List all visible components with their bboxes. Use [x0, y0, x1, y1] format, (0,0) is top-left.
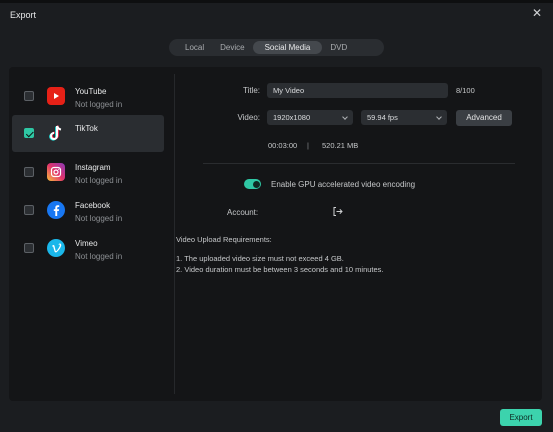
- advanced-button[interactable]: Advanced: [456, 110, 512, 126]
- platform-status: Not logged in: [75, 252, 123, 261]
- chevron-down-icon: [342, 114, 348, 120]
- tiktok-icon: [47, 124, 65, 142]
- export-destination-tabs: Local Device Social Media DVD: [169, 39, 384, 56]
- chevron-down-icon: [436, 114, 442, 120]
- tab-social-media[interactable]: Social Media: [252, 41, 323, 54]
- account-label: Account:: [227, 208, 259, 217]
- tiktok-checkbox[interactable]: [24, 128, 34, 138]
- duration-value: 00:03:00: [268, 141, 298, 150]
- requirement-item: 2. Video duration must be between 3 seco…: [176, 265, 384, 274]
- tab-dvd[interactable]: DVD: [322, 41, 355, 54]
- facebook-checkbox[interactable]: [24, 205, 34, 215]
- platform-name: Instagram: [75, 163, 111, 172]
- title-label: Title:: [242, 86, 260, 95]
- gpu-label: Enable GPU accelerated video encoding: [271, 180, 416, 189]
- platform-item-facebook[interactable]: Facebook Not logged in: [12, 192, 164, 229]
- platform-status: Not logged in: [75, 100, 123, 109]
- sidebar-divider: [174, 74, 175, 394]
- youtube-icon: [47, 87, 65, 105]
- platform-item-tiktok[interactable]: TikTok: [12, 115, 164, 152]
- platform-status: Not logged in: [75, 214, 123, 223]
- login-icon[interactable]: [332, 206, 343, 217]
- info-separator: |: [307, 141, 309, 150]
- youtube-checkbox[interactable]: [24, 91, 34, 101]
- close-icon[interactable]: ✕: [530, 6, 544, 20]
- gpu-toggle[interactable]: [244, 179, 261, 189]
- requirement-item: 1. The uploaded video size must not exce…: [176, 254, 344, 263]
- window-title: Export: [10, 10, 37, 20]
- fps-value: 59.94 fps: [367, 113, 398, 122]
- requirements-heading: Video Upload Requirements:: [176, 235, 272, 244]
- video-label: Video:: [237, 113, 260, 122]
- top-strip: [0, 0, 553, 3]
- fps-select[interactable]: 59.94 fps: [361, 110, 447, 125]
- title-input[interactable]: [267, 83, 448, 98]
- platform-name: Facebook: [75, 201, 111, 210]
- facebook-icon: [47, 201, 65, 219]
- tab-device[interactable]: Device: [212, 41, 252, 54]
- platform-name: YouTube: [75, 87, 107, 96]
- instagram-icon: [47, 163, 65, 181]
- file-size-value: 520.21 MB: [322, 141, 359, 150]
- section-divider: [203, 163, 515, 164]
- resolution-select[interactable]: 1920x1080: [267, 110, 353, 125]
- platform-name: TikTok: [75, 124, 98, 133]
- title-counter: 8/100: [456, 86, 475, 95]
- tab-local[interactable]: Local: [177, 41, 212, 54]
- resolution-value: 1920x1080: [273, 113, 311, 122]
- platform-name: Vimeo: [75, 239, 98, 248]
- instagram-checkbox[interactable]: [24, 167, 34, 177]
- platform-item-instagram[interactable]: Instagram Not logged in: [12, 154, 164, 191]
- platform-list: YouTube Not logged in TikTok Instagram N…: [9, 67, 165, 401]
- platform-status: Not logged in: [75, 176, 123, 185]
- export-button[interactable]: Export: [500, 409, 542, 426]
- vimeo-icon: [47, 239, 65, 257]
- vimeo-checkbox[interactable]: [24, 243, 34, 253]
- platform-item-vimeo[interactable]: Vimeo Not logged in: [12, 230, 164, 267]
- platform-item-youtube[interactable]: YouTube Not logged in: [12, 78, 164, 115]
